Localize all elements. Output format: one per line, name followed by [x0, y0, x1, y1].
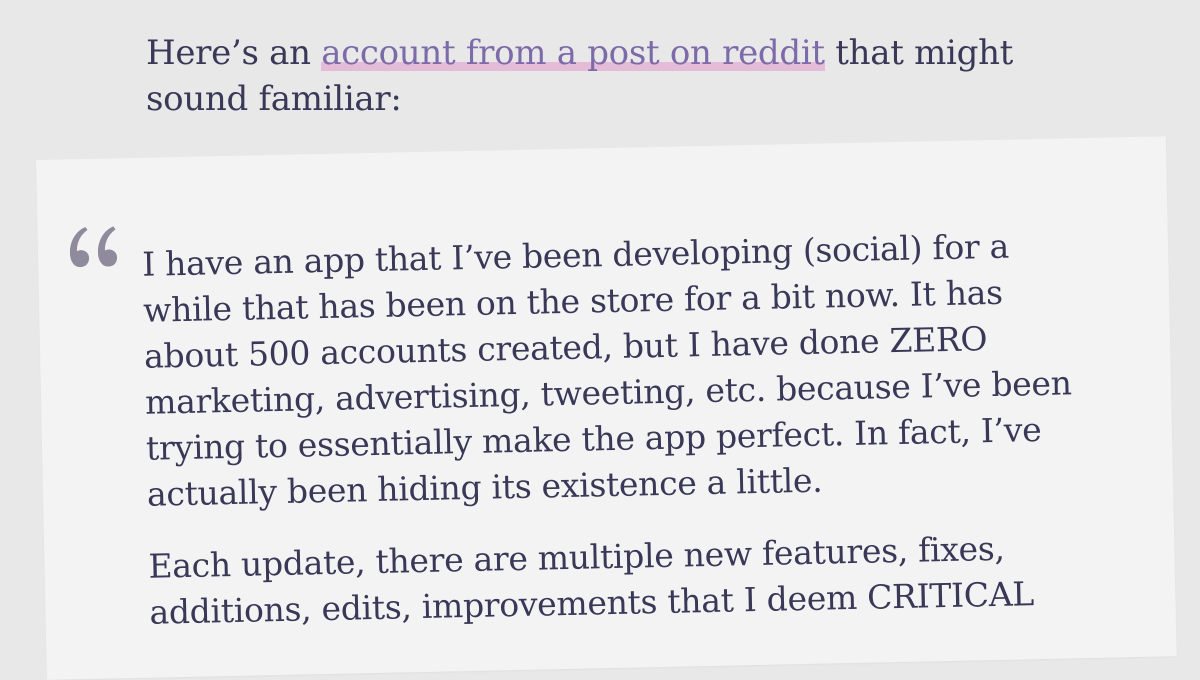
blockquote-card: I have an app that I’ve been developing … [36, 136, 1177, 680]
intro-paragraph: Here’s an account from a post on reddit … [146, 30, 1086, 122]
quote-paragraph: I have an app that I’ve been developing … [141, 226, 1072, 514]
reddit-post-link[interactable]: account from a post on reddit [321, 33, 825, 73]
quote-icon [69, 226, 118, 268]
quote-body: I have an app that I’ve been developing … [142, 222, 1111, 662]
intro-text-before: Here’s an [146, 33, 322, 73]
quote-paragraph: Each update, there are multiple new feat… [148, 528, 1035, 632]
